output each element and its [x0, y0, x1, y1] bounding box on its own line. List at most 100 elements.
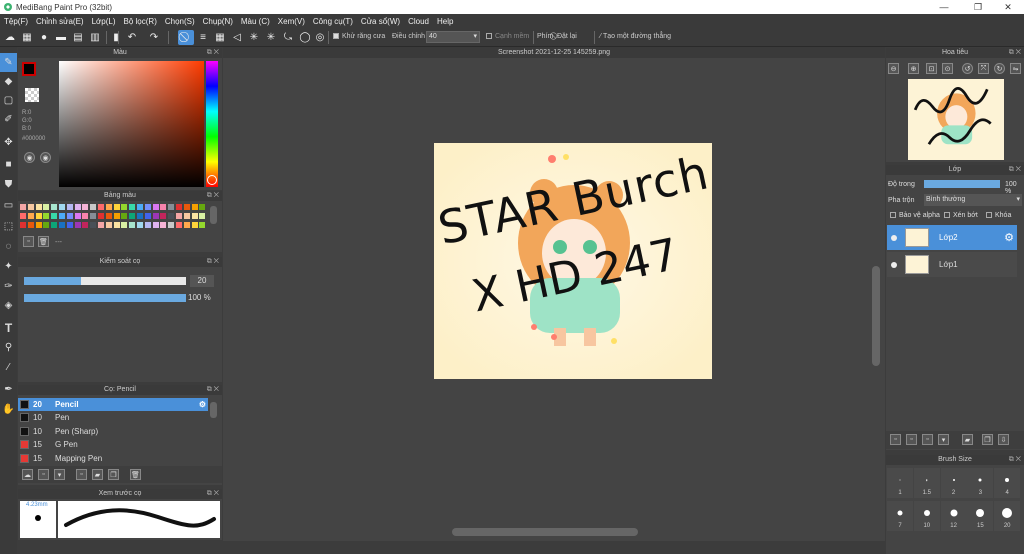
brush-list-item[interactable]: 10 Pen — [18, 411, 208, 424]
folder-icon[interactable]: ▰ — [92, 469, 103, 480]
parallel-snap-icon[interactable]: ≡ — [195, 30, 211, 45]
palette-swatch[interactable] — [59, 222, 65, 228]
brush-size-slider[interactable] — [24, 277, 186, 285]
palette-swatch[interactable] — [27, 204, 34, 210]
palette-swatch[interactable] — [113, 204, 120, 210]
palette-swatch[interactable] — [43, 222, 50, 228]
brush-size-preset[interactable]: 20 — [994, 501, 1021, 531]
palette-swatch[interactable] — [144, 213, 151, 219]
palette-swatch[interactable] — [82, 213, 89, 219]
brush-menu-icon[interactable]: ▾ — [54, 469, 65, 480]
brush-add-icon[interactable]: ▫ — [76, 469, 87, 480]
copy-brush-icon[interactable]: ❐ — [108, 469, 119, 480]
reset-button[interactable]: ⃠ Đặt lại — [555, 33, 577, 41]
menu-view[interactable]: Xem(V) — [274, 17, 309, 26]
palette-swatch[interactable] — [27, 222, 34, 228]
palette-swatch[interactable] — [66, 213, 73, 219]
palette-swatch[interactable] — [35, 222, 42, 228]
palette-swatch[interactable] — [82, 204, 89, 210]
document-tab[interactable]: Screenshot 2021-12-25 145259.png — [223, 47, 885, 58]
curve-snap-icon[interactable]: ⤿ — [280, 30, 296, 45]
reset-view-icon[interactable]: ⤧ — [978, 63, 989, 74]
close-button[interactable]: ✕ — [992, 0, 1024, 14]
layer-row[interactable]: Lớp1 — [887, 252, 1017, 277]
circle-snap-icon[interactable]: ◯ — [297, 30, 313, 45]
gradient-tool-icon[interactable]: ▭ — [0, 196, 17, 215]
text-tool-icon[interactable]: T — [0, 318, 17, 337]
palette-swatch[interactable] — [121, 222, 128, 228]
new-layer-icon[interactable]: ▫ — [890, 434, 901, 445]
menu-window[interactable]: Cửa sổ(W) — [357, 17, 404, 26]
palette-swatch[interactable] — [160, 213, 167, 219]
saturation-value-picker[interactable] — [59, 61, 204, 187]
brush-list-item[interactable]: 10 Pen (Sharp) — [18, 425, 208, 438]
palette-swatch[interactable] — [176, 222, 182, 228]
antialias-checkbox[interactable]: Khử răng cưa — [333, 33, 385, 40]
palette-swatch[interactable] — [113, 213, 120, 219]
palette-swatch[interactable] — [105, 222, 112, 228]
palette-swatch[interactable] — [152, 213, 159, 219]
menu-edit[interactable]: Chỉnh sửa(E) — [32, 17, 88, 26]
palette-swatch[interactable] — [183, 213, 190, 219]
move-tool-icon[interactable]: ✥ — [0, 133, 17, 152]
eyedropper-tool-icon[interactable]: ✒ — [0, 380, 17, 399]
radial-snap-icon[interactable]: ✳ — [246, 30, 262, 45]
layer-row[interactable]: Lớp2 ⚙ — [887, 225, 1017, 250]
dot-tool-icon[interactable]: ▢ — [0, 91, 17, 110]
brush-size-preset[interactable]: 10 — [913, 501, 940, 531]
menu-cloud[interactable]: Cloud — [404, 17, 433, 26]
brush-tool-icon[interactable]: ✎ — [0, 53, 17, 72]
palette-swatch[interactable] — [129, 204, 136, 210]
palette-swatch[interactable] — [74, 213, 81, 219]
hue-handle[interactable] — [207, 175, 217, 185]
palette-swatch[interactable] — [105, 213, 112, 219]
brush-list-scrollbar[interactable] — [210, 402, 217, 418]
add-layer-menu-icon[interactable]: ▾ — [938, 434, 949, 445]
lock-checkbox[interactable]: Khóa — [986, 212, 1011, 219]
brush-opacity-slider[interactable] — [24, 294, 186, 302]
palette-swatch[interactable] — [59, 204, 65, 210]
menu-layer[interactable]: Lớp(L) — [88, 17, 120, 26]
concentric-snap-icon[interactable]: ◎ — [312, 30, 328, 45]
palette-swatch[interactable] — [27, 213, 34, 219]
menu-select[interactable]: Chọn(S) — [161, 17, 199, 26]
speech-bubble-icon[interactable]: ▬ — [53, 30, 69, 45]
frame-icon[interactable]: ▥ — [87, 30, 103, 45]
brush-size-value[interactable]: 20 — [190, 275, 214, 287]
palette-swatch[interactable] — [35, 213, 42, 219]
palette-swatch[interactable] — [20, 222, 26, 228]
palette-swatch[interactable] — [144, 222, 151, 228]
palette-swatch[interactable] — [137, 204, 143, 210]
fit-icon[interactable]: ⊡ — [926, 63, 937, 74]
perspective-snap-icon[interactable]: ◁ — [229, 30, 245, 45]
brush-size-preset[interactable]: 4 — [994, 468, 1021, 498]
new-halftone-layer-icon[interactable]: ▫ — [906, 434, 917, 445]
palette-swatch[interactable] — [20, 204, 26, 210]
palette-swatch[interactable] — [105, 204, 112, 210]
gear-icon[interactable]: ⚙ — [199, 400, 206, 409]
artwork-canvas[interactable]: STAR Burch X HD 247 — [434, 143, 712, 379]
new-brush-icon[interactable]: ▫ — [38, 469, 49, 480]
palette-swatch[interactable] — [199, 204, 206, 210]
palette-swatch[interactable] — [152, 204, 159, 210]
blend-mode-select[interactable]: Bình thường ▾ — [924, 194, 1022, 206]
straight-line-button[interactable]: ⁄ Tạo một đường thẳng — [600, 33, 671, 40]
visibility-icon[interactable] — [891, 261, 897, 268]
palette-swatch[interactable] — [183, 204, 190, 210]
divide-tool-icon[interactable]: ⁄ — [0, 358, 17, 377]
palette-swatch[interactable] — [121, 204, 128, 210]
palette-swatch[interactable] — [137, 222, 143, 228]
gear-icon[interactable]: ⚙ — [1004, 231, 1014, 244]
palette-swatch[interactable] — [98, 204, 104, 210]
lasso-tool-icon[interactable]: ◌ — [0, 237, 17, 256]
palette-swatch[interactable] — [176, 204, 182, 210]
palette-swatch[interactable] — [121, 213, 128, 219]
menu-filter[interactable]: Bộ lọc(R) — [120, 17, 161, 26]
comment-icon[interactable]: ● — [36, 30, 52, 45]
brush-list-item[interactable]: 15 Mapping Pen — [18, 452, 208, 465]
palette-swatch[interactable] — [160, 204, 167, 210]
canvas-horizontal-scrollbar[interactable] — [452, 528, 638, 536]
select-pen-tool-icon[interactable]: ✑ — [0, 277, 17, 296]
flip-icon[interactable]: ⇋ — [1010, 63, 1021, 74]
palette-swatch[interactable] — [66, 222, 73, 228]
